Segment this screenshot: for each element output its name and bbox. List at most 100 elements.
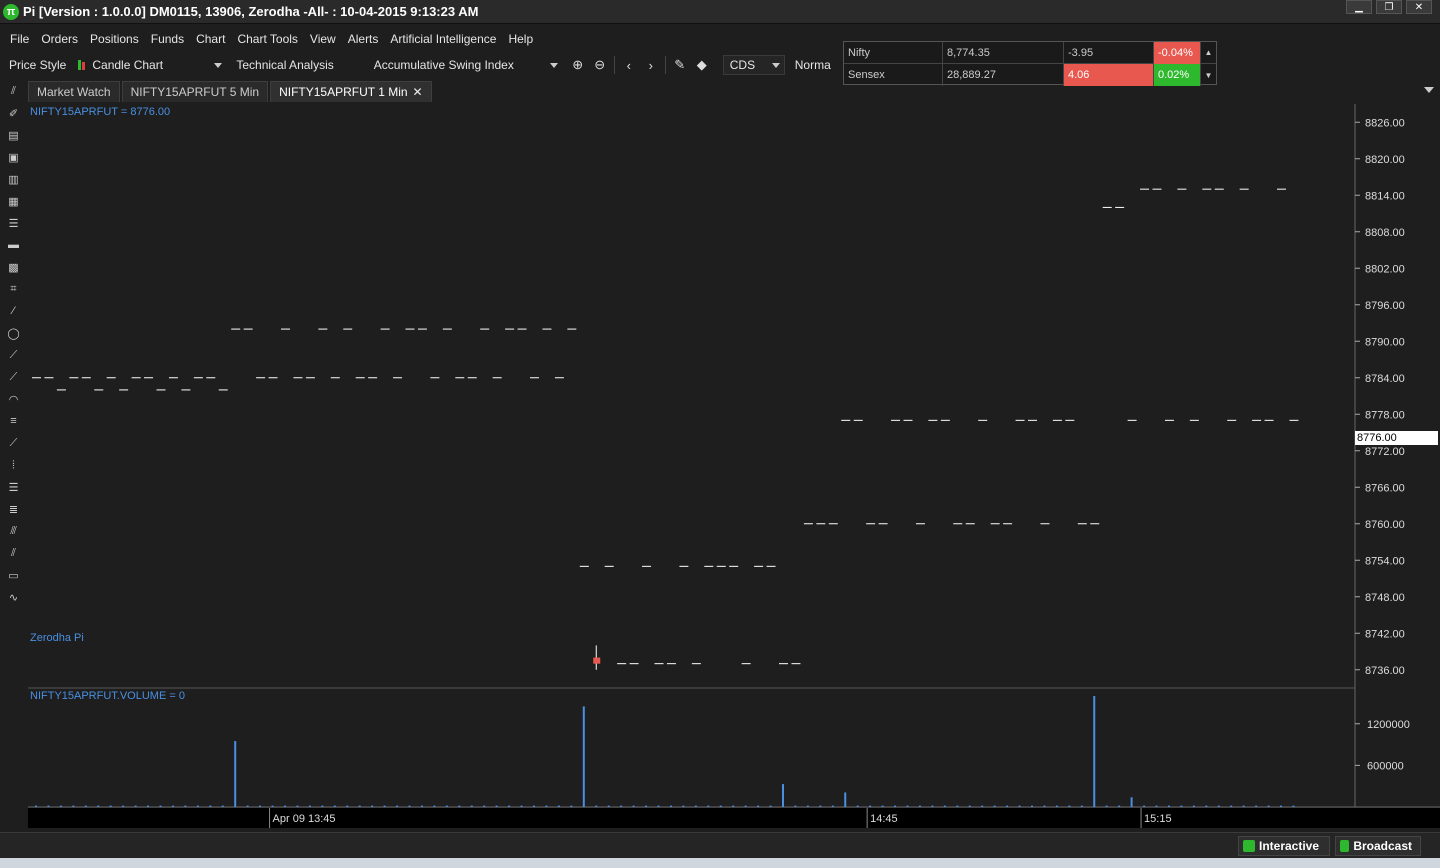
volume-bar: [844, 792, 847, 807]
exchange-select[interactable]: CDS: [722, 55, 785, 75]
volume-bar: [383, 805, 386, 807]
crop-icon[interactable]: ⌗: [0, 278, 27, 300]
restore-button[interactable]: ❐: [1376, 0, 1402, 14]
interactive-status-label: Interactive: [1259, 839, 1320, 853]
price-axis: 8826.00 8820.00 8814.00 8808.00 8802.00 8796.…: [1355, 117, 1405, 677]
brush-icon[interactable]: ✐: [0, 102, 27, 124]
volume-bar: [458, 805, 461, 807]
menu-help[interactable]: Help: [502, 32, 539, 46]
retracement-icon[interactable]: ☰: [0, 476, 27, 498]
template-icon[interactable]: ▤: [0, 124, 27, 146]
volume-bar: [109, 805, 112, 807]
arc-tool-icon[interactable]: ◠: [0, 388, 27, 410]
draw-pen-icon[interactable]: ✎: [670, 55, 690, 75]
zoom-out-icon[interactable]: ⊖: [590, 55, 610, 75]
price-volume-chart[interactable]: 8826.00 8820.00 8814.00 8808.00 8802.00 8796.…: [28, 104, 1440, 830]
indicator-chart-icon[interactable]: ⫽: [0, 80, 27, 102]
eraser-icon[interactable]: ◆: [692, 55, 712, 75]
close-button[interactable]: ✕: [1406, 0, 1432, 14]
volume-bar: [1080, 805, 1083, 807]
broadcast-status[interactable]: Broadcast: [1335, 836, 1421, 856]
volume-bar: [1280, 805, 1282, 807]
index-percent-change: -0.04%: [1154, 42, 1201, 64]
open-book-icon[interactable]: ▦: [0, 190, 27, 212]
menu-view[interactable]: View: [304, 32, 342, 46]
volume-bar: [557, 805, 560, 807]
menu-chart[interactable]: Chart: [190, 32, 231, 46]
close-icon[interactable]: ✕: [413, 85, 423, 99]
tab-label: NIFTY15APRFUT 1 Min: [279, 85, 408, 99]
connected-indicator-icon: [1243, 840, 1255, 852]
price-tick-label: 8790.00: [1365, 336, 1405, 348]
current-price-marker: 8776.00: [1355, 431, 1438, 445]
menu-funds[interactable]: Funds: [145, 32, 190, 46]
chevron-down-icon: [549, 63, 558, 68]
chart-panel[interactable]: 8826.00 8820.00 8814.00 8808.00 8802.00 8796.…: [28, 104, 1440, 830]
indicator-value: Accumulative Swing Index: [373, 58, 514, 72]
volume-bar: [59, 805, 62, 807]
volume-bar: [1205, 805, 1208, 807]
index-change: -3.95: [1064, 42, 1154, 64]
volume-bar: [1143, 805, 1146, 807]
parallel-lines-icon[interactable]: ⫻: [0, 520, 27, 542]
fibonacci-tool-icon[interactable]: ≡: [0, 410, 27, 432]
tab-5-min-chart[interactable]: NIFTY15APRFUT 5 Min: [121, 81, 269, 102]
volume-bar: [1118, 805, 1121, 807]
rectangle-tool-icon[interactable]: ▭: [0, 564, 27, 586]
channel-icon[interactable]: ≣: [0, 498, 27, 520]
scroll-up-icon[interactable]: ▲: [1201, 42, 1216, 63]
time-zones-icon[interactable]: ⦙: [0, 454, 27, 476]
pitchfork-icon[interactable]: ⫽: [0, 542, 27, 564]
book-icon[interactable]: ▥: [0, 168, 27, 190]
volume-bar: [445, 805, 448, 807]
gann-tool-icon[interactable]: ⟋: [0, 366, 27, 388]
app-window: π Pi [Version : 1.0.0.0] DM0115, 13906, …: [0, 0, 1440, 868]
price-tick-label: 8826.00: [1365, 117, 1405, 129]
index-name: Nifty: [844, 42, 943, 64]
tab-1-min-chart[interactable]: NIFTY15APRFUT 1 Min ✕: [270, 81, 432, 102]
fan-tool-icon[interactable]: ⟋: [0, 344, 27, 366]
volume-bar: [209, 805, 212, 807]
broadcast-status-label: Broadcast: [1353, 839, 1412, 853]
volume-bar: [595, 805, 598, 807]
menu-chart-tools[interactable]: Chart Tools: [231, 32, 303, 46]
price-tick-label: 8736.00: [1365, 665, 1405, 677]
minimize-button[interactable]: ▁: [1346, 0, 1372, 14]
volume-bar: [346, 805, 349, 807]
volume-bar: [719, 805, 722, 807]
pi-logo-icon: π: [3, 3, 19, 20]
price-tick-label: 8814.00: [1365, 190, 1405, 202]
menu-alerts[interactable]: Alerts: [342, 32, 385, 46]
briefcase-icon[interactable]: ▩: [0, 256, 27, 278]
zoom-in-icon[interactable]: ⊕: [568, 55, 588, 75]
line-tool-icon[interactable]: ⁄: [0, 300, 27, 322]
scale-mode-label[interactable]: Norma: [789, 58, 836, 72]
ellipse-tool-icon[interactable]: ◯: [0, 322, 27, 344]
rectangle-fill-icon[interactable]: ▬: [0, 234, 27, 256]
scroll-left-icon[interactable]: ‹: [619, 55, 639, 75]
volume-bar: [1292, 805, 1295, 807]
indicator-select[interactable]: Accumulative Swing Index: [367, 55, 563, 75]
volume-bar: [1043, 805, 1046, 807]
speed-line-icon[interactable]: ⟋: [0, 432, 27, 454]
menu-orders[interactable]: Orders: [35, 32, 84, 46]
volume-bar: [956, 805, 959, 807]
chevron-down-icon[interactable]: [1424, 87, 1434, 93]
scroll-right-icon[interactable]: ›: [641, 55, 661, 75]
interactive-status[interactable]: Interactive: [1238, 836, 1330, 856]
volume-bar: [259, 805, 262, 807]
freehand-tool-icon[interactable]: ∿: [0, 586, 27, 608]
index-row-nifty[interactable]: Nifty 8,774.35 -3.95 -0.04% ▲: [844, 42, 1216, 64]
price-tick-label: 8808.00: [1365, 227, 1405, 239]
title-bar: π Pi [Version : 1.0.0.0] DM0115, 13906, …: [0, 0, 1440, 24]
menu-artificial-intelligence[interactable]: Artificial Intelligence: [384, 32, 502, 46]
volume-bar: [122, 805, 125, 807]
save-icon[interactable]: ▣: [0, 146, 27, 168]
tab-market-watch[interactable]: Market Watch: [28, 81, 120, 102]
volume-bar: [184, 805, 187, 807]
layers-icon[interactable]: ☰: [0, 212, 27, 234]
menu-file[interactable]: File: [4, 32, 35, 46]
chart-type-select[interactable]: Candle Chart: [71, 55, 227, 75]
menu-positions[interactable]: Positions: [84, 32, 145, 46]
volume-bar: [707, 805, 710, 807]
